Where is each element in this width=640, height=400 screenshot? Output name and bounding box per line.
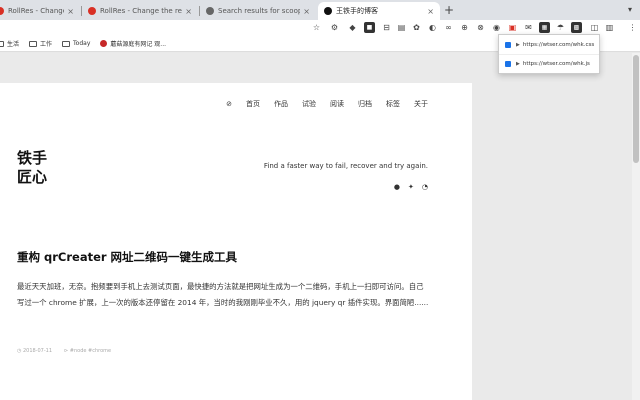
popup-item-js[interactable]: ▶ https://wtser.com/whk.js [499,54,599,73]
rollres-favicon-icon [88,7,96,15]
site-tagline: Find a faster way to fail, recover and t… [263,162,428,170]
close-icon[interactable]: × [185,7,192,16]
post-excerpt: 最近天天加班，无奈。抱频要到手机上去测试页面，最快捷的方法就是把网址生成为一个二… [17,282,429,307]
post-tags[interactable]: ⊳ #node #chrome [64,348,111,354]
extension-icon[interactable]: ▤ [396,22,407,33]
extension-icon[interactable]: ⊗ [475,22,486,33]
extension-icon[interactable]: ✉ [523,22,534,33]
nav-archive[interactable]: 归档 [358,99,372,109]
post-tags-value: #node #chrome [69,348,112,354]
extension-icon[interactable]: ▣ [507,22,518,33]
extension-popup: ▶ https://wtser.com/whk.css ▶ https://wt… [498,34,600,74]
site-favicon-icon [100,40,108,47]
close-icon[interactable]: × [303,7,310,16]
tab-title: RollRes - Change the response [100,7,182,15]
popup-item-url: https://wtser.com/whk.js [522,61,590,67]
post-title[interactable]: 重构 qrCreater 网址二维码一键生成工具 [17,249,237,265]
nav-reading[interactable]: 阅读 [330,99,344,109]
checkbox[interactable] [505,61,511,67]
tab-search-chevron-icon[interactable]: ▾ [628,5,632,14]
extension-icon[interactable]: ▦ [539,22,550,33]
folder-icon [29,40,38,47]
checkbox[interactable] [505,41,511,48]
extension-icon[interactable]: ▩ [571,22,582,33]
nav-home[interactable]: 首页 [246,99,260,109]
browser-tab-2[interactable]: RollRes - Change the response × [82,2,198,20]
bookmark-folder-today[interactable]: Today [62,40,90,47]
extension-icon[interactable]: ⊕ [459,22,470,33]
tab-title: Search results for scoop - Flat [218,7,301,15]
extension-icon[interactable]: ∞ [443,22,454,33]
twitter-icon[interactable]: ✦ [408,183,414,191]
link-icon[interactable]: ⊘ [226,100,232,108]
logo-line-1: 铁手 [17,149,48,167]
new-tab-icon[interactable]: + [444,3,454,17]
post-date: ◷ 2018-07-11 [17,348,53,354]
logo-line-2: 匠心 [17,168,48,186]
extension-icon[interactable]: ◐ [427,22,438,33]
rss-icon[interactable]: ◔ [422,183,428,191]
tab-title: RollRes - Change the roll [8,7,64,15]
extension-icon[interactable]: ◆ [347,22,358,33]
bookmark-star-icon[interactable]: ☆ [311,22,322,33]
folder-icon [0,40,4,47]
extension-icon[interactable]: ☂ [555,22,566,33]
browser-tab-3[interactable]: Search results for scoop - Flat × [200,2,316,20]
browser-tab-1[interactable]: RollRes - Change the roll × [0,2,80,20]
social-links: ● ✦ ◔ [394,183,428,191]
bookmark-label: 生活 [7,41,20,48]
blog-card: ⊘ 首页 作品 试验 阅读 归档 标签 关于 铁手 匠心 Find a fast… [0,83,472,400]
extension-icon[interactable]: ▥ [604,22,615,33]
site-nav: ⊘ 首页 作品 试验 阅读 归档 标签 关于 [212,99,428,109]
github-icon[interactable]: ● [394,183,400,191]
nav-about[interactable]: 关于 [414,99,428,109]
bookmark-folder-work[interactable]: 工作 [29,39,52,48]
bookmark-label: Today [73,40,91,47]
bookmark-label: 工作 [40,41,53,48]
bookmark-folder-life[interactable]: 生活 [0,39,19,48]
play-icon: ▶ [516,41,520,48]
site-logo[interactable]: 铁手 匠心 [17,149,47,187]
extension-icon[interactable]: ⚙ [329,22,340,33]
extension-icon[interactable]: ◫ [589,22,600,33]
close-icon[interactable]: × [427,7,434,16]
bookmark-label: 蘑菇源庭有网记 观... [110,41,167,48]
blog-favicon-icon [324,7,332,15]
extension-icon[interactable]: ✿ [411,22,422,33]
rollres-favicon-icon [0,7,4,15]
search-favicon-icon [206,7,214,15]
extension-icon[interactable]: ⊟ [381,22,392,33]
tab-strip: RollRes - Change the roll × RollRes - Ch… [0,0,640,20]
page-scrollbar[interactable] [632,53,640,400]
tab-title: 王铁手的博客 [336,7,378,15]
extension-icon[interactable]: ■ [364,22,375,33]
bookmark-site[interactable]: 蘑菇源庭有网记 观... [100,39,166,48]
popup-item-url: https://wtser.com/whk.css [522,41,595,48]
folder-icon [62,40,71,47]
post-meta: ◷ 2018-07-11 ⊳ #node #chrome [17,348,111,354]
nav-tags[interactable]: 标签 [386,99,400,109]
menu-kebab-icon[interactable]: ⋮ [627,22,638,33]
scrollbar-thumb[interactable] [633,55,639,163]
post-date-value: 2018-07-11 [22,348,53,354]
play-icon: ▶ [516,61,520,67]
popup-item-css[interactable]: ▶ https://wtser.com/whk.css [499,35,599,54]
nav-experiments[interactable]: 试验 [302,99,316,109]
browser-tab-4-active[interactable]: 王铁手的博客 × [318,2,440,20]
extension-icon[interactable]: ◉ [491,22,502,33]
page-viewport: ⊘ 首页 作品 试验 阅读 归档 标签 关于 铁手 匠心 Find a fast… [0,53,640,400]
nav-works[interactable]: 作品 [274,99,288,109]
close-icon[interactable]: × [67,7,74,16]
